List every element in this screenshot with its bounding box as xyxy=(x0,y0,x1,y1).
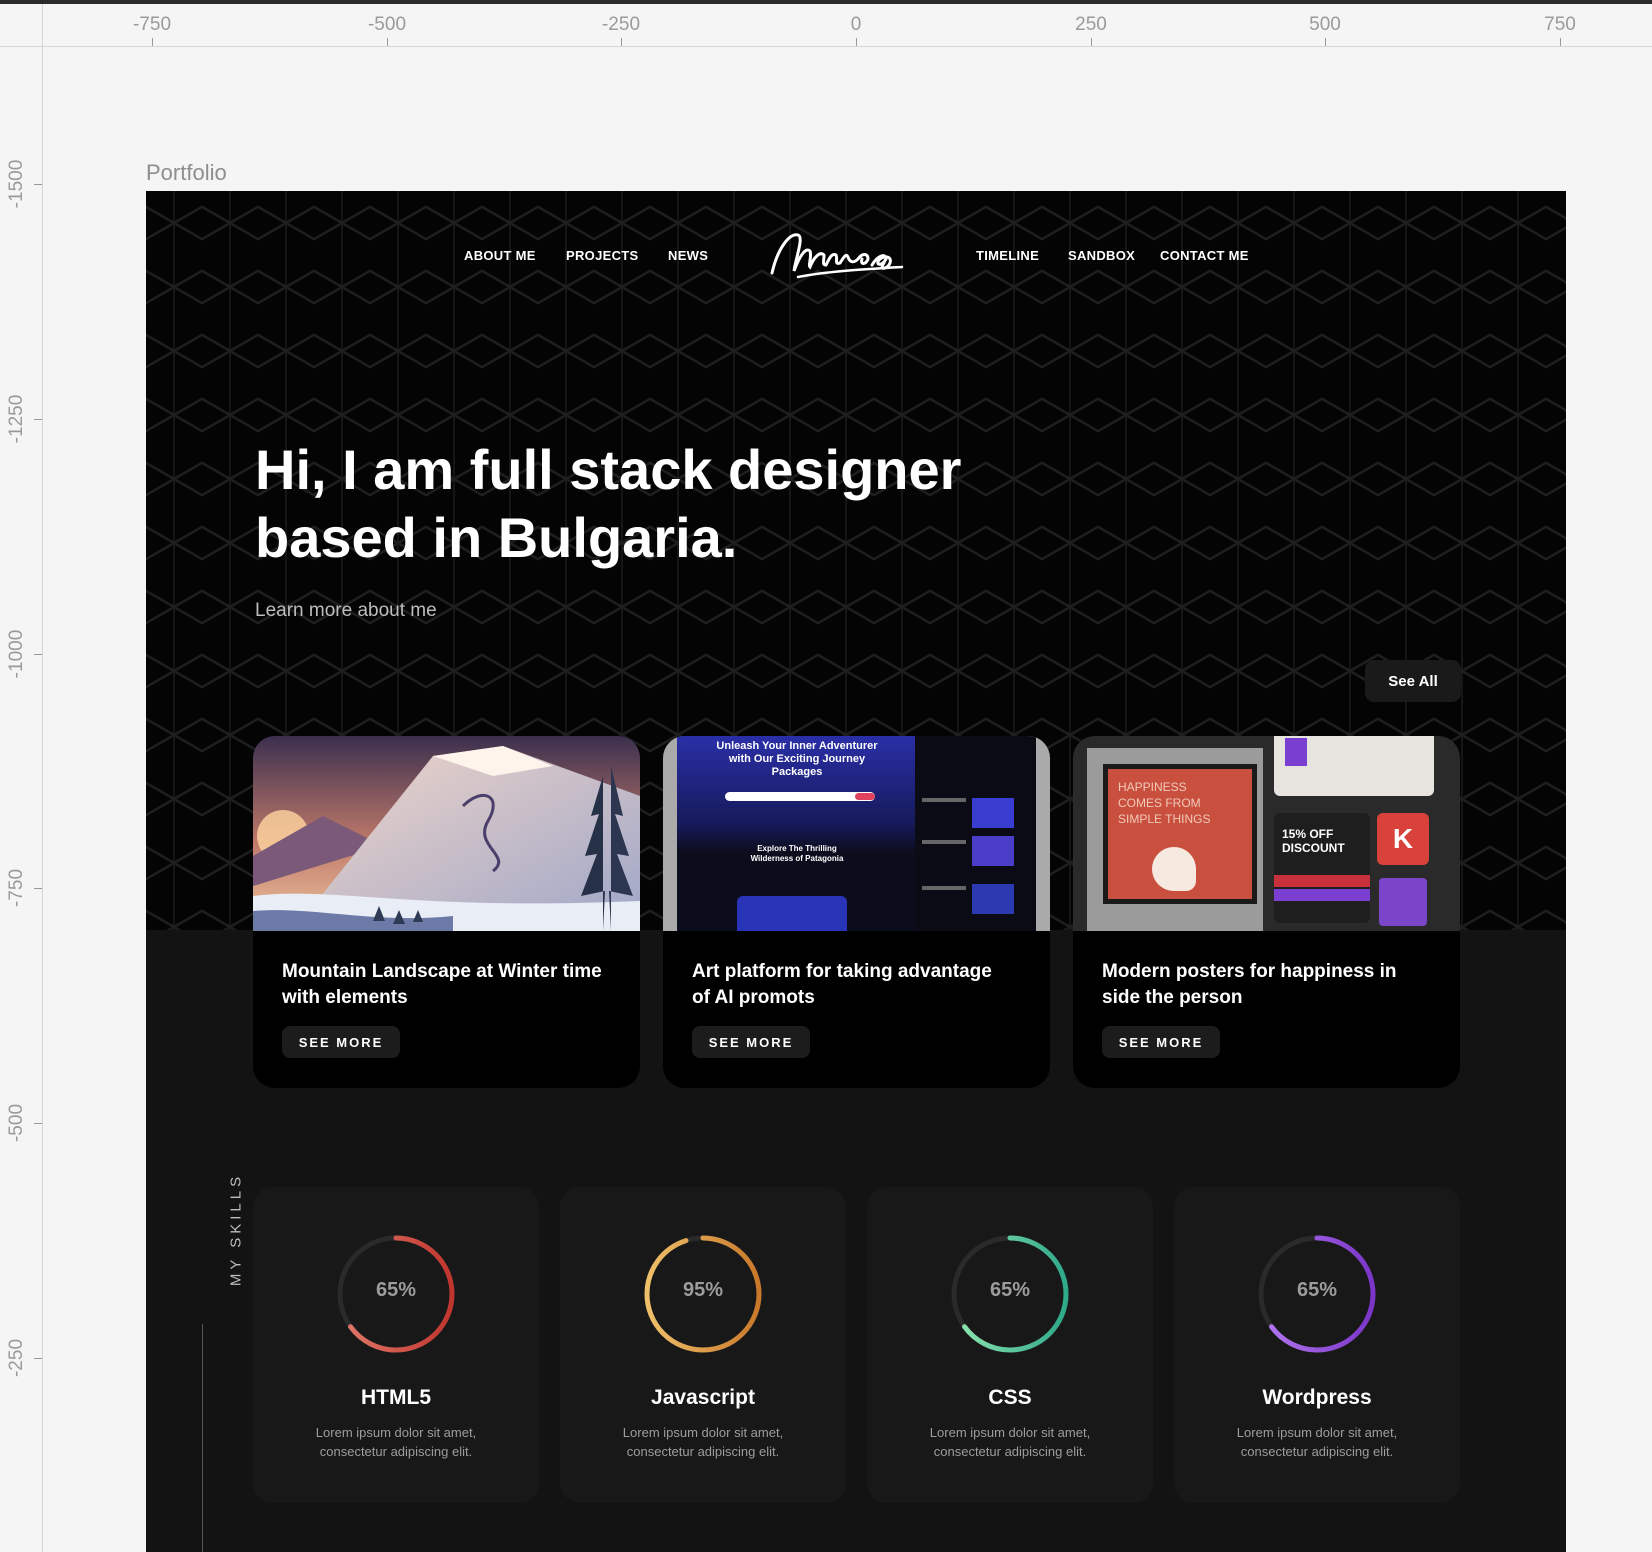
skill-percent: 65% xyxy=(1296,1279,1338,1301)
see-more-button[interactable]: SEE MORE xyxy=(282,1026,400,1058)
nav-timeline[interactable]: TIMELINE xyxy=(976,248,1039,263)
ruler-label: 750 xyxy=(1544,14,1576,35)
project-card[interactable]: Unleash Your Inner Adventurer with Our E… xyxy=(663,736,1050,1088)
ruler-tick xyxy=(387,38,388,46)
ruler-label: 500 xyxy=(1309,14,1341,35)
mockup-thumb xyxy=(972,798,1014,828)
discount-ribbon xyxy=(1274,889,1370,901)
mockup-search-bar xyxy=(725,792,875,801)
frame-title[interactable]: Portfolio xyxy=(146,160,227,186)
project-thumbnail-art-platform: Unleash Your Inner Adventurer with Our E… xyxy=(663,736,1050,931)
mockup-subheading: Explore The Thrilling Wilderness of Pata… xyxy=(750,844,844,863)
mockup-product-box xyxy=(1285,738,1307,766)
hero-headline: Hi, I am full stack designer based in Bu… xyxy=(255,438,962,569)
nav-about-me[interactable]: ABOUT ME xyxy=(464,248,536,263)
poster-text: HAPPINESS COMES FROM SIMPLE THINGS xyxy=(1118,780,1211,826)
learn-more-link[interactable]: Learn more about me xyxy=(255,600,437,622)
skill-percent: 65% xyxy=(375,1279,417,1301)
see-more-button[interactable]: SEE MORE xyxy=(692,1026,810,1058)
skill-card: 65% HTML5 Lorem ipsum dolor sit amet, co… xyxy=(253,1187,539,1503)
ruler-label: -750 xyxy=(132,14,172,35)
mockup-text-line xyxy=(922,886,966,890)
project-card[interactable]: HAPPINESS COMES FROM SIMPLE THINGS 15% O… xyxy=(1073,736,1460,1088)
project-card[interactable]: Mountain Landscape at Winter time with e… xyxy=(253,736,640,1088)
project-title: Art platform for taking advantage of AI … xyxy=(692,961,992,1008)
mockup-thumb xyxy=(972,836,1014,866)
ruler-tick xyxy=(34,1123,42,1124)
nav-news[interactable]: NEWS xyxy=(668,248,708,263)
mockup-purple-tile xyxy=(1379,878,1427,926)
signature-logo[interactable] xyxy=(768,227,908,289)
project-title: Modern posters for happiness in side the… xyxy=(1102,961,1397,1008)
ruler-tick xyxy=(34,888,42,889)
mockup-heading: Unleash Your Inner Adventurer with Our E… xyxy=(716,740,878,778)
nav-projects[interactable]: PROJECTS xyxy=(566,248,638,263)
discount-text: 15% OFF DISCOUNT xyxy=(1282,827,1345,855)
ruler-label: 0 xyxy=(850,14,862,35)
ruler-label: -500 xyxy=(6,1103,27,1143)
skill-description: Lorem ipsum dolor sit amet, consectetur … xyxy=(315,1425,477,1459)
see-all-button[interactable]: See All xyxy=(1365,660,1461,702)
ruler-tick xyxy=(1325,38,1326,46)
nav-sandbox[interactable]: SANDBOX xyxy=(1068,248,1135,263)
project-title: Mountain Landscape at Winter time with e… xyxy=(282,961,602,1008)
ruler-tick xyxy=(1560,38,1561,46)
skill-name: CSS xyxy=(988,1386,1032,1409)
skills-divider-line xyxy=(202,1324,203,1552)
ruler-label: -250 xyxy=(6,1338,27,1378)
skill-name: Wordpress xyxy=(1262,1386,1372,1409)
skill-description: Lorem ipsum dolor sit amet, consectetur … xyxy=(622,1425,784,1459)
mockup-thumb xyxy=(972,884,1014,914)
skill-card: 95% Javascript Lorem ipsum dolor sit ame… xyxy=(560,1187,846,1503)
ruler-tick xyxy=(1091,38,1092,46)
discount-ribbon xyxy=(1274,875,1370,887)
ruler-tick xyxy=(34,419,42,420)
ruler-label: -1250 xyxy=(6,394,27,444)
ruler-label: -1000 xyxy=(6,629,27,679)
my-skills-label: MY SKILLS xyxy=(227,1172,245,1287)
ruler-tick xyxy=(34,1358,42,1359)
ruler-corner xyxy=(0,4,43,47)
logo-signature-graphic xyxy=(770,233,904,279)
see-more-button[interactable]: SEE MORE xyxy=(1102,1026,1220,1058)
website-mockup: Unleash Your Inner Adventurer with Our E… xyxy=(677,736,1036,931)
mountain-illustration xyxy=(253,736,640,931)
vertical-ruler: -1500 -1250 -1000 -750 -500 -250 xyxy=(0,46,43,1552)
ruler-tick xyxy=(621,38,622,46)
ruler-tick xyxy=(856,38,857,46)
poster-happiness: HAPPINESS COMES FROM SIMPLE THINGS xyxy=(1103,764,1257,904)
skill-card: 65% CSS Lorem ipsum dolor sit amet, cons… xyxy=(867,1187,1153,1503)
mockup-text-line xyxy=(922,798,966,802)
ruler-tick xyxy=(34,654,42,655)
horizontal-ruler: -750 -500 -250 0 250 500 750 xyxy=(0,4,1652,47)
skill-name: HTML5 xyxy=(361,1386,431,1409)
mockup-discount-card: 15% OFF DISCOUNT xyxy=(1274,813,1370,923)
skill-card: 65% Wordpress Lorem ipsum dolor sit amet… xyxy=(1174,1187,1460,1503)
ruler-tick xyxy=(34,184,42,185)
k-logo-icon: K xyxy=(1377,813,1429,865)
skill-name: Javascript xyxy=(651,1386,755,1409)
ruler-tick xyxy=(152,38,153,46)
mockup-image-card xyxy=(737,896,847,931)
portfolio-frame[interactable]: ABOUT ME PROJECTS NEWS TIMELINE SANDBOX … xyxy=(146,191,1566,1552)
ruler-label: -750 xyxy=(6,868,27,908)
project-thumbnail-mountain xyxy=(253,736,640,931)
ruler-label: -250 xyxy=(601,14,641,35)
skill-percent: 95% xyxy=(682,1279,724,1301)
project-thumbnail-posters: HAPPINESS COMES FROM SIMPLE THINGS 15% O… xyxy=(1073,736,1460,931)
mockup-text-line xyxy=(922,840,966,844)
skill-description: Lorem ipsum dolor sit amet, consectetur … xyxy=(1236,1425,1398,1459)
skill-description: Lorem ipsum dolor sit amet, consectetur … xyxy=(929,1425,1091,1459)
mockup-search-button xyxy=(855,793,875,800)
ruler-label: -1500 xyxy=(6,159,27,209)
ruler-label: -500 xyxy=(367,14,407,35)
flower-shape xyxy=(1152,847,1196,891)
ruler-label: 250 xyxy=(1075,14,1107,35)
nav-contact-me[interactable]: CONTACT ME xyxy=(1160,248,1249,263)
skill-percent: 65% xyxy=(989,1279,1031,1301)
